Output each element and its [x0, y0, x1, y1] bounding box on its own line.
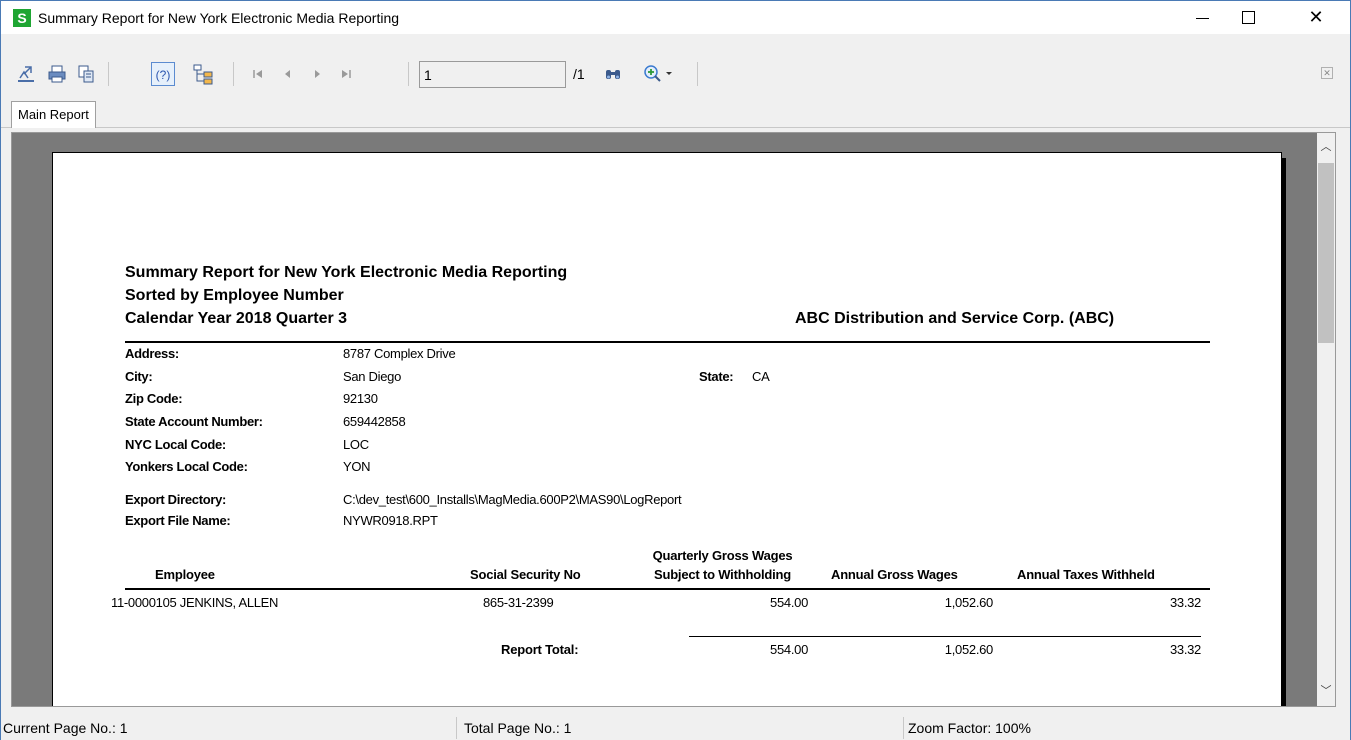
zip-label: Zip Code: — [125, 391, 183, 406]
help-icon: (?) — [156, 68, 171, 82]
yonkers-local-code-value: YON — [343, 459, 371, 474]
report-page: Summary Report for New York Electronic M… — [52, 152, 1282, 706]
status-current-page: Current Page No.: 1 — [3, 720, 128, 736]
status-bar: Current Page No.: 1 Total Page No.: 1 Zo… — [1, 715, 1350, 740]
print-button[interactable] — [45, 62, 69, 86]
prev-page-button[interactable] — [276, 62, 300, 86]
vertical-scrollbar[interactable]: ︿ ﹀ — [1317, 133, 1335, 706]
total-agw: 1,052.60 — [944, 642, 994, 657]
nyc-local-code-label: NYC Local Code: — [125, 437, 226, 452]
status-zoom: Zoom Factor: 100% — [908, 720, 1031, 736]
col-qgw-line1: Quarterly Gross Wages — [652, 548, 793, 563]
export-icon — [18, 66, 34, 82]
total-qgw: 554.00 — [770, 642, 808, 657]
app-icon: S — [13, 9, 31, 27]
export-file-label: Export File Name: — [125, 513, 231, 528]
row-employee: 11-0000105 JENKINS, ALLEN — [111, 595, 279, 610]
scroll-down-button[interactable]: ﹀ — [1317, 681, 1335, 699]
address-value: 8787 Complex Drive — [343, 346, 456, 361]
export-directory-value: C:\dev_test\600_Installs\MagMedia.600P2\… — [343, 492, 682, 507]
export-button[interactable] — [14, 62, 38, 86]
zip-value: 92130 — [343, 391, 378, 406]
state-label: State: — [699, 369, 734, 384]
col-ssn: Social Security No — [470, 567, 581, 582]
tab-main-report[interactable]: Main Report — [11, 101, 96, 128]
close-tab-button[interactable]: ✕ — [1321, 67, 1333, 79]
search-button[interactable] — [601, 62, 625, 86]
close-button[interactable]: ✕ — [1293, 1, 1339, 34]
col-employee: Employee — [155, 567, 215, 582]
group-tree-button[interactable] — [191, 62, 215, 86]
page-total-label: /1 — [573, 66, 585, 82]
row-agw: 1,052.60 — [944, 595, 994, 610]
window-title: Summary Report for New York Electronic M… — [38, 10, 400, 26]
total-rule — [689, 636, 1201, 637]
table-header-rule — [125, 588, 1210, 590]
page-number-input[interactable] — [419, 61, 566, 88]
row-atw: 33.32 — [1169, 595, 1201, 610]
report-period: Calendar Year 2018 Quarter 3 — [125, 310, 348, 327]
report-title: Summary Report for New York Electronic M… — [125, 264, 568, 281]
next-page-icon — [315, 70, 320, 78]
total-atw: 33.32 — [1169, 642, 1201, 657]
print-icon — [48, 65, 66, 83]
maximize-button[interactable] — [1225, 1, 1271, 34]
group-tree-icon — [193, 64, 213, 85]
status-divider — [903, 717, 904, 739]
report-total-label: Report Total: — [501, 642, 579, 657]
maximize-icon — [1241, 11, 1255, 24]
toolbar-separator — [233, 62, 234, 86]
tab-bar: Main Report — [1, 98, 1350, 128]
chevron-up-icon: ︿ — [1320, 141, 1332, 153]
close-icon: ✕ — [1323, 68, 1331, 78]
search-icon — [606, 70, 620, 79]
zoom-icon — [644, 65, 672, 82]
toolbar-separator — [108, 62, 109, 86]
toolbar-separator — [408, 62, 409, 86]
scroll-up-button[interactable]: ︿ — [1317, 137, 1335, 155]
toolbar-separator — [697, 62, 698, 86]
nyc-local-code-value: LOC — [343, 437, 369, 452]
row-ssn: 865-31-2399 — [483, 595, 554, 610]
col-qgw-line2: Subject to Withholding — [653, 567, 791, 582]
report-viewport: Summary Report for New York Electronic M… — [11, 132, 1336, 707]
minimize-button[interactable] — [1179, 1, 1225, 34]
city-value: San Diego — [343, 369, 402, 384]
svg-text:(?): (?) — [156, 68, 171, 82]
report-sort: Sorted by Employee Number — [125, 287, 344, 304]
state-account-value: 659442858 — [343, 414, 406, 429]
minimize-icon — [1195, 17, 1209, 20]
report-window: S Summary Report for New York Electronic… — [0, 0, 1351, 740]
copy-icon — [78, 65, 94, 83]
address-label: Address: — [125, 346, 179, 361]
scroll-thumb[interactable] — [1318, 163, 1334, 343]
title-bar: S Summary Report for New York Electronic… — [1, 1, 1350, 34]
close-icon: ✕ — [1308, 7, 1324, 28]
first-page-button[interactable] — [246, 62, 270, 86]
city-label: City: — [125, 369, 153, 384]
col-agw: Annual Gross Wages — [831, 567, 958, 582]
copy-button[interactable] — [74, 62, 98, 86]
prev-page-icon — [285, 70, 290, 78]
last-page-icon — [342, 70, 351, 78]
next-page-button[interactable] — [305, 62, 329, 86]
toolbar: (?) 1 /1 ✕ — [1, 58, 1350, 98]
yonkers-local-code-label: Yonkers Local Code: — [125, 459, 248, 474]
row-qgw: 554.00 — [770, 595, 808, 610]
status-total-page: Total Page No.: 1 — [464, 720, 572, 736]
company-name: ABC Distribution and Service Corp. (ABC) — [795, 310, 1115, 327]
chevron-down-icon: ﹀ — [1320, 685, 1332, 697]
state-account-label: State Account Number: — [125, 414, 263, 429]
help-button[interactable]: (?) — [151, 62, 175, 86]
state-value: CA — [752, 369, 770, 384]
col-atw: Annual Taxes Withheld — [1017, 567, 1155, 582]
last-page-button[interactable] — [334, 62, 358, 86]
zoom-button[interactable] — [641, 62, 681, 86]
status-divider — [456, 717, 457, 739]
export-directory-label: Export Directory: — [125, 492, 227, 507]
first-page-icon — [253, 70, 262, 78]
export-file-value: NYWR0918.RPT — [343, 513, 438, 528]
header-rule — [125, 341, 1210, 343]
